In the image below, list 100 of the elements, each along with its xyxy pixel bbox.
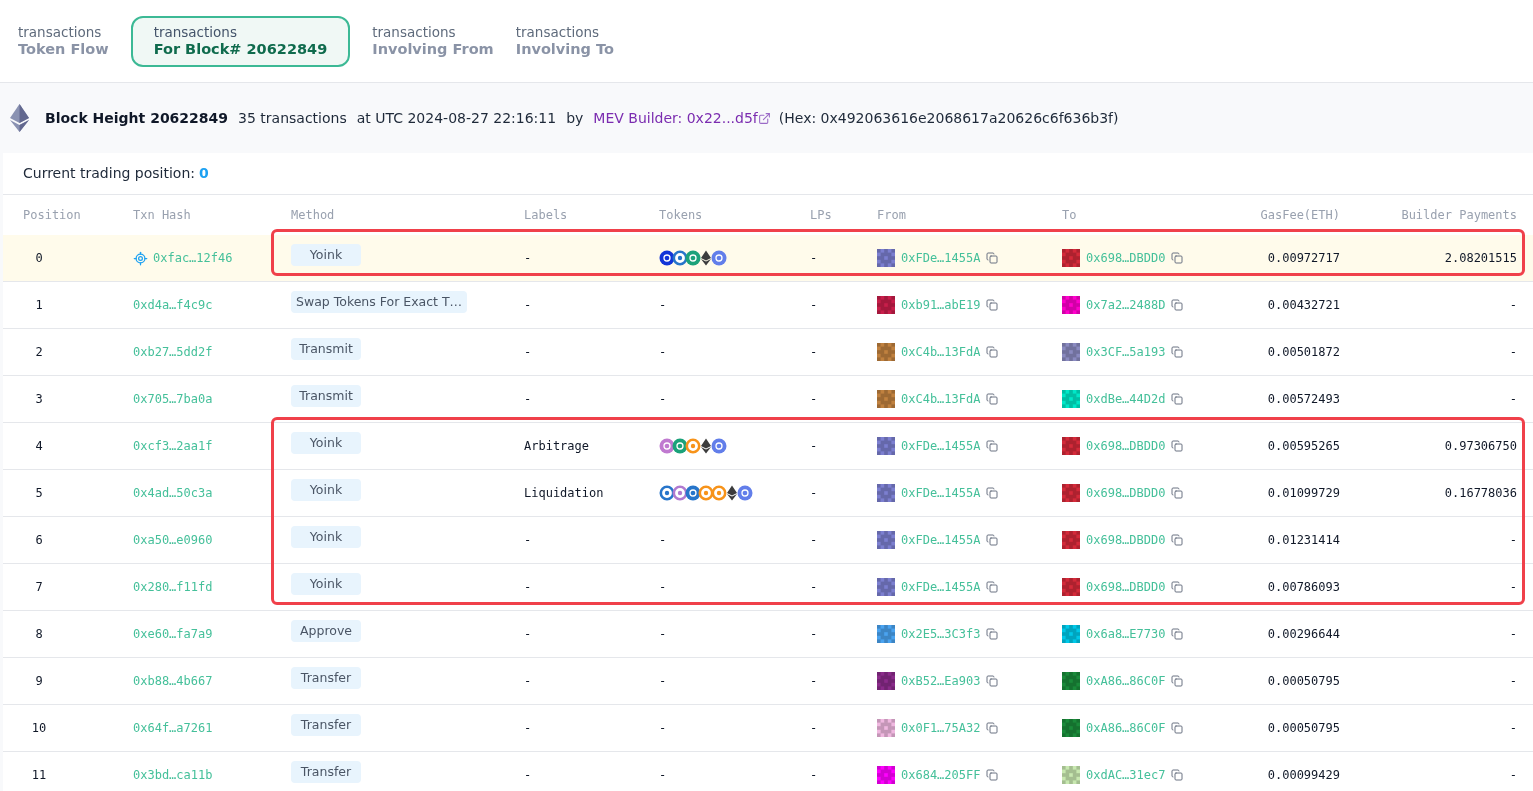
txn-hash-link[interactable]: 0x64f…a7261 bbox=[133, 719, 213, 737]
label-cell-text: - bbox=[524, 250, 532, 267]
copy-icon[interactable] bbox=[986, 675, 999, 687]
txn-hash-link[interactable]: 0xe60…fa7a9 bbox=[133, 625, 213, 643]
external-link-icon[interactable] bbox=[757, 111, 771, 125]
copy-icon[interactable] bbox=[986, 628, 999, 640]
txn-hash-link[interactable]: 0x705…7ba0a bbox=[133, 390, 213, 408]
copy-icon[interactable] bbox=[1171, 346, 1184, 358]
copy-icon[interactable] bbox=[1171, 487, 1184, 499]
position-cell-text: 2 bbox=[34, 344, 44, 361]
copy-icon[interactable] bbox=[986, 252, 999, 264]
address-link[interactable]: 0xFDe…1455A bbox=[901, 249, 981, 267]
copy-icon[interactable] bbox=[1171, 252, 1184, 264]
tab[interactable]: transactions Token Flow bbox=[18, 15, 109, 67]
tab[interactable]: transactions For Block# 20622849 bbox=[130, 15, 351, 67]
copy-icon[interactable] bbox=[1171, 440, 1184, 452]
block-time: at UTC 2024-08-27 22:16:11 bbox=[356, 108, 557, 128]
copy-icon[interactable] bbox=[986, 440, 999, 452]
address-link[interactable]: 0xB52…Ea903 bbox=[901, 672, 981, 690]
txn-hash-link[interactable]: 0xb88…4b667 bbox=[133, 672, 213, 690]
copy-icon[interactable] bbox=[1171, 581, 1184, 593]
lps-cell-text: - bbox=[810, 720, 818, 737]
gas-fee-cell-text: 0.01099729 bbox=[1267, 485, 1340, 502]
column-header: Tokens bbox=[659, 207, 703, 224]
copy-icon[interactable] bbox=[986, 722, 999, 734]
tokens-cell-text: - bbox=[659, 297, 667, 314]
copy-icon[interactable] bbox=[986, 534, 999, 546]
gas-fee-cell-text: 0.01231414 bbox=[1267, 532, 1340, 549]
builder-payment-cell-text: - bbox=[1509, 720, 1517, 737]
address-link[interactable]: 0xb91…abE19 bbox=[901, 296, 981, 314]
gas-fee-cell-text: 0.00786093 bbox=[1267, 579, 1340, 596]
address-link[interactable]: 0x684…205FF bbox=[901, 766, 981, 784]
copy-icon[interactable] bbox=[1171, 393, 1184, 405]
copy-icon[interactable] bbox=[1171, 628, 1184, 640]
copy-icon[interactable] bbox=[986, 299, 999, 311]
txn-hash-link[interactable]: 0xfac…12f46 bbox=[153, 249, 233, 267]
address-link[interactable]: 0x698…DBDD0 bbox=[1086, 531, 1166, 549]
address-link[interactable]: 0x3CF…5a193 bbox=[1086, 343, 1166, 361]
address-link[interactable]: 0xFDe…1455A bbox=[901, 484, 981, 502]
block-height-title: Block Height 20622849 bbox=[45, 108, 229, 128]
gas-fee-cell-text: 0.00432721 bbox=[1267, 297, 1340, 314]
copy-icon[interactable] bbox=[986, 393, 999, 405]
tokens-cell-text: - bbox=[659, 767, 667, 784]
address-link[interactable]: 0xdAC…31ec7 bbox=[1086, 766, 1166, 784]
copy-icon[interactable] bbox=[1171, 675, 1184, 687]
builder-payment-cell-text: - bbox=[1509, 626, 1517, 643]
lps-cell-text: - bbox=[810, 297, 818, 314]
address-link[interactable]: 0x698…DBDD0 bbox=[1086, 437, 1166, 455]
address-link[interactable]: 0xA86…86C0F bbox=[1086, 672, 1166, 690]
position-cell-text: 8 bbox=[34, 626, 44, 643]
copy-icon[interactable] bbox=[1171, 534, 1184, 546]
address-link[interactable]: 0xC4b…13FdA bbox=[901, 343, 981, 361]
gas-fee-cell-text: 0.00050795 bbox=[1267, 673, 1340, 690]
txn-hash-link[interactable]: 0xd4a…f4c9c bbox=[133, 296, 213, 314]
address-link[interactable]: 0x0F1…75A32 bbox=[901, 719, 981, 737]
ethereum-icon bbox=[10, 104, 29, 132]
method-badge: Approve bbox=[291, 619, 361, 643]
address-link[interactable]: 0x6a8…E7730 bbox=[1086, 625, 1166, 643]
txn-hash-link[interactable]: 0x4ad…50c3a bbox=[133, 484, 213, 502]
address-link[interactable]: 0x2E5…3C3f3 bbox=[901, 625, 981, 643]
address-link[interactable]: 0xFDe…1455A bbox=[901, 437, 981, 455]
copy-icon[interactable] bbox=[986, 346, 999, 358]
lps-cell-text: - bbox=[810, 532, 818, 549]
label-cell-text: - bbox=[524, 391, 532, 408]
trading-position-value: 0 bbox=[199, 164, 209, 183]
address-link[interactable]: 0xC4b…13FdA bbox=[901, 390, 981, 408]
address-link[interactable]: 0xFDe…1455A bbox=[901, 531, 981, 549]
gas-fee-cell-text: 0.00501872 bbox=[1267, 344, 1340, 361]
address-link[interactable]: 0xdBe…44D2d bbox=[1086, 390, 1166, 408]
builder-payment-cell-text: - bbox=[1509, 391, 1517, 408]
txn-hash-link[interactable]: 0x280…f11fd bbox=[133, 578, 213, 596]
builder-link[interactable]: MEV Builder: 0x22...d5f bbox=[593, 107, 758, 129]
copy-icon[interactable] bbox=[1171, 299, 1184, 311]
position-cell-text: 11 bbox=[30, 767, 48, 784]
table-row[interactable]: 0 0xfac…12f46 Yoink - - 0xFDe…1455A 0x698…DBDD0 0.00972717 2.08201515 bbox=[3, 235, 1533, 282]
txn-hash-link[interactable]: 0xa50…e0960 bbox=[133, 531, 213, 549]
address-link[interactable]: 0x698…DBDD0 bbox=[1086, 578, 1166, 596]
tab[interactable]: transactions Involving From bbox=[372, 15, 494, 67]
copy-icon[interactable] bbox=[1171, 722, 1184, 734]
txn-hash-link[interactable]: 0x3bd…ca11b bbox=[133, 766, 213, 784]
tokens-cell-text: - bbox=[659, 532, 667, 549]
copy-icon[interactable] bbox=[986, 581, 999, 593]
tokens-cell-text: - bbox=[659, 344, 667, 361]
copy-icon[interactable] bbox=[1171, 769, 1184, 781]
tokens-cell-text: - bbox=[659, 626, 667, 643]
address-link[interactable]: 0x698…DBDD0 bbox=[1086, 484, 1166, 502]
txn-hash-link[interactable]: 0xcf3…2aa1f bbox=[133, 437, 213, 455]
builder-payment-cell-text: 0.97306750 bbox=[1444, 438, 1517, 455]
tab[interactable]: transactions Involving To bbox=[515, 15, 614, 67]
method-badge: Transmit bbox=[291, 337, 361, 361]
address-link[interactable]: 0xA86…86C0F bbox=[1086, 719, 1166, 737]
txn-hash-link[interactable]: 0xb27…5dd2f bbox=[133, 343, 213, 361]
label-cell-text: Liquidation bbox=[524, 485, 604, 502]
copy-icon[interactable] bbox=[986, 769, 999, 781]
gas-fee-cell-text: 0.00296644 bbox=[1267, 626, 1340, 643]
address-link[interactable]: 0x698…DBDD0 bbox=[1086, 249, 1166, 267]
copy-icon[interactable] bbox=[986, 487, 999, 499]
builder-payment-cell-text: - bbox=[1509, 767, 1517, 784]
address-link[interactable]: 0x7a2…2488D bbox=[1086, 296, 1166, 314]
address-link[interactable]: 0xFDe…1455A bbox=[901, 578, 981, 596]
